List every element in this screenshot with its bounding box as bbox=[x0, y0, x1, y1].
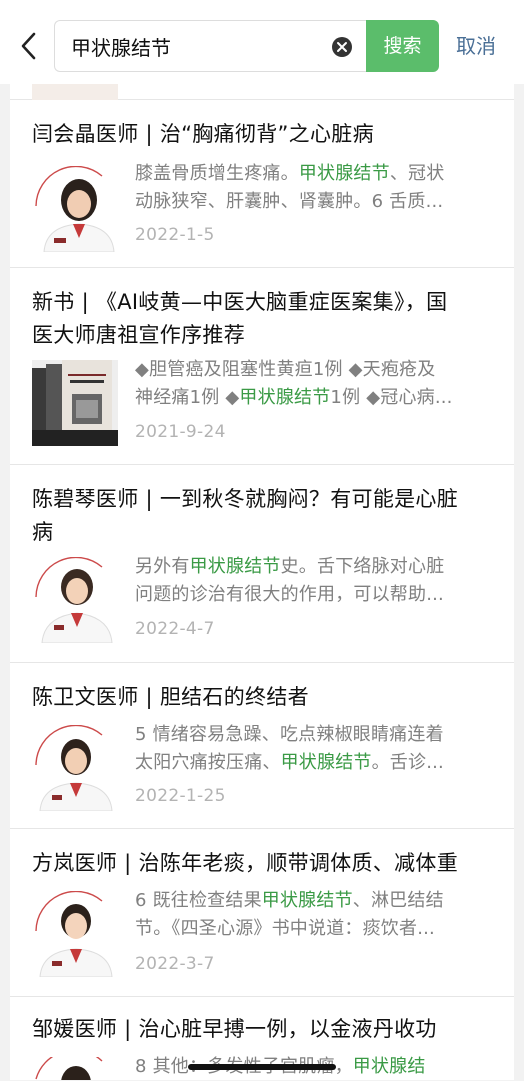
result-date: 2022-1-5 bbox=[135, 225, 215, 245]
result-snippet: 另外有甲状腺结节史。舌下络脉对心脏 问题的诊治有很大的作用，可以帮助... bbox=[135, 556, 445, 605]
result-snippet: 5 情绪容易急躁、吃点辣椒眼睛痛连着 太阳穴痛按压痛、甲状腺结节。舌诊... bbox=[135, 724, 444, 773]
keyword-highlight: 甲状腺结节 bbox=[239, 387, 331, 408]
doctor-portrait-thumbnail bbox=[32, 166, 118, 252]
result-title[interactable]: 新书 | 《AI岐黄—中医大脑重症医案集》，国 医大师唐祖宣作序推荐 bbox=[32, 286, 500, 352]
keyword-highlight: 甲状腺结 bbox=[352, 1056, 426, 1077]
doctor-portrait-thumbnail bbox=[32, 891, 118, 977]
result-title[interactable]: 方岚医师 | 治陈年老痰，顺带调体质、减体重 bbox=[32, 847, 500, 880]
cancel-button[interactable]: 取消 bbox=[456, 32, 496, 60]
search-input[interactable] bbox=[71, 30, 321, 62]
result-title[interactable]: 邹媛医师 | 治心脏早搏一例，以金液丹收功 bbox=[32, 1013, 500, 1046]
clear-search-button[interactable] bbox=[331, 36, 353, 58]
home-indicator bbox=[188, 1064, 336, 1070]
result-snippet: ◆胆管癌及阻塞性黄疸1例 ◆天疱疮及 神经痛1例 ◆甲状腺结节1例 ◆冠心病..… bbox=[135, 359, 453, 408]
result-title[interactable]: 陈卫文医师 | 胆结石的终结者 bbox=[32, 681, 500, 714]
result-card[interactable]: 新书 | 《AI岐黄—中医大脑重症医案集》，国 医大师唐祖宣作序推荐 ◆胆管癌及… bbox=[10, 268, 514, 465]
keyword-highlight: 甲状腺结节 bbox=[189, 556, 281, 577]
result-card[interactable]: 方岚医师 | 治陈年老痰，顺带调体质、减体重 6 既往检查结果甲状腺结节、淋巴结… bbox=[10, 829, 514, 997]
clear-icon bbox=[332, 37, 352, 57]
result-title[interactable]: 陈碧琴医师 | 一到秋冬就胸闷？有可能是心脏 病 bbox=[32, 483, 500, 549]
result-date: 2022-3-7 bbox=[135, 954, 215, 974]
keyword-highlight: 甲状腺结节 bbox=[280, 752, 372, 773]
result-date: 2022-4-7 bbox=[135, 619, 215, 639]
search-header: 搜索 取消 bbox=[0, 0, 524, 84]
result-title[interactable]: 闫会晶医师 | 治“胸痛彻背”之心脏病 bbox=[32, 118, 500, 151]
book-cover-thumbnail bbox=[32, 360, 118, 446]
doctor-portrait-thumbnail bbox=[32, 1057, 118, 1080]
doctor-portrait-thumbnail bbox=[32, 557, 118, 643]
keyword-highlight: 甲状腺结节 bbox=[261, 890, 353, 911]
result-date: 2021-9-24 bbox=[135, 422, 226, 442]
result-snippet: 6 既往检查结果甲状腺结节、淋巴结结 节。《四圣心源》书中说道：痰饮者... bbox=[135, 890, 444, 939]
search-button[interactable]: 搜索 bbox=[366, 20, 439, 72]
chevron-left-icon bbox=[21, 32, 36, 60]
result-date: 2022-1-25 bbox=[135, 786, 226, 806]
back-button[interactable] bbox=[14, 28, 44, 64]
keyword-highlight: 甲状腺结节 bbox=[298, 163, 390, 184]
result-snippet: 膝盖骨质增生疼痛。甲状腺结节、冠状 动脉狭窄、肝囊肿、肾囊肿。6 舌质... bbox=[135, 163, 445, 212]
doctor-portrait-thumbnail bbox=[32, 725, 118, 811]
result-card[interactable]: 陈卫文医师 | 胆结石的终结者 5 情绪容易急躁、吃点辣椒眼睛痛连着 太阳穴痛按… bbox=[10, 663, 514, 829]
result-card[interactable]: 陈碧琴医师 | 一到秋冬就胸闷？有可能是心脏 病 另外有甲状腺结节史。舌下络脉对… bbox=[10, 465, 514, 663]
search-field[interactable] bbox=[54, 20, 366, 72]
result-card[interactable]: 闫会晶医师 | 治“胸痛彻背”之心脏病 膝盖骨质增生疼痛。甲状腺结节、冠状 动脉… bbox=[10, 100, 514, 268]
search-results-list: 闫会晶医师 | 治“胸痛彻背”之心脏病 膝盖骨质增生疼痛。甲状腺结节、冠状 动脉… bbox=[0, 0, 524, 1080]
